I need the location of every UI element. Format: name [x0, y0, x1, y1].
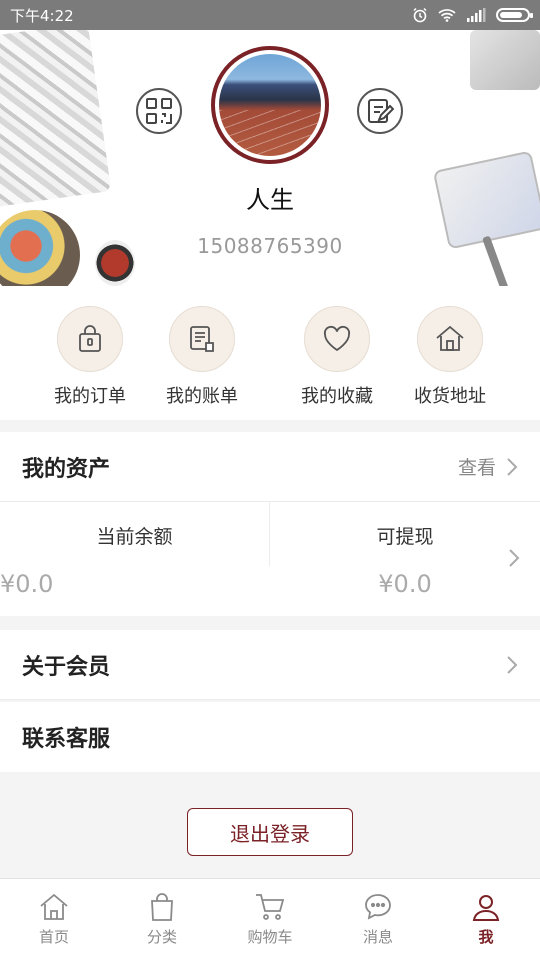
bag-icon	[151, 893, 173, 921]
user-name: 人生	[246, 186, 294, 214]
quick-item-favorites[interactable]: 我的收藏	[282, 306, 392, 408]
quick-label: 我的收藏	[301, 386, 373, 407]
shopping-bag-icon	[79, 325, 101, 352]
tab-label: 首页	[38, 928, 69, 946]
tab-cart[interactable]: 购物车	[216, 879, 324, 960]
chevron-right-icon	[507, 655, 518, 674]
cart-icon	[256, 894, 285, 920]
background-decor-box	[470, 30, 540, 90]
quick-label: 我的账单	[166, 386, 238, 407]
assets-body[interactable]: 当前余额 ¥0.0 可提现 ¥0.0	[0, 502, 540, 616]
logout-button[interactable]: 退出登录	[187, 808, 353, 856]
battery-icon	[496, 8, 533, 22]
tab-category[interactable]: 分类	[108, 879, 216, 960]
view-label: 查看	[457, 457, 496, 479]
home-icon	[40, 893, 68, 920]
member-info-row[interactable]: 关于会员	[0, 630, 540, 700]
quick-item-orders[interactable]: 我的订单	[35, 306, 145, 408]
qr-code-icon	[146, 98, 172, 124]
quick-icon-circle	[417, 306, 483, 372]
withdraw-column: 可提现 ¥0.0	[270, 502, 540, 616]
tab-label: 我	[478, 928, 494, 946]
chevron-right-icon	[509, 549, 520, 567]
qr-code-button[interactable]	[136, 88, 182, 134]
bottom-tab-bar: 首页 分类 购物车 消息 我	[0, 878, 540, 960]
tab-messages[interactable]: 消息	[324, 879, 432, 960]
wifi-icon	[438, 9, 456, 22]
tab-home[interactable]: 首页	[0, 879, 108, 960]
edit-profile-button[interactable]	[357, 88, 403, 134]
avatar-photo	[219, 54, 321, 156]
quick-icon-circle	[57, 306, 123, 372]
quick-label: 收货地址	[414, 386, 486, 407]
alarm-icon	[413, 7, 427, 23]
signal-icon	[467, 8, 486, 22]
assets-header[interactable]: 我的资产 查看	[0, 432, 540, 502]
customer-service-row[interactable]: 联系客服	[0, 702, 540, 772]
member-info-label: 关于会员	[22, 654, 111, 680]
quick-label: 我的订单	[54, 386, 126, 407]
balance-label: 当前余额	[96, 526, 173, 548]
balance-column: 当前余额	[0, 502, 270, 566]
chevron-right-icon	[507, 457, 518, 476]
customer-service-label: 联系客服	[22, 727, 111, 752]
quick-icon-circle	[304, 306, 370, 372]
quick-menu: 我的订单 我的账单 我的收藏 收货地址	[0, 286, 540, 420]
heart-icon	[323, 325, 351, 352]
withdraw-label: 可提现	[376, 526, 434, 548]
quick-icon-circle	[169, 306, 235, 372]
edit-icon	[368, 99, 394, 123]
withdraw-value: ¥0.0	[378, 570, 432, 598]
assets-view-link[interactable]: 查看	[458, 453, 518, 480]
house-icon	[436, 325, 464, 351]
quick-item-bills[interactable]: 我的账单	[147, 306, 257, 408]
bill-icon	[190, 326, 214, 352]
balance-value: ¥0.0	[0, 570, 54, 598]
tab-label: 分类	[146, 928, 177, 946]
quick-item-address[interactable]: 收货地址	[395, 306, 505, 408]
status-icons	[412, 7, 533, 23]
tab-me[interactable]: 我	[432, 879, 540, 960]
profile-header: 人生 15088765390	[0, 30, 540, 286]
status-bar: 下午4:22	[0, 0, 540, 30]
tab-label: 消息	[362, 928, 393, 946]
user-icon	[472, 895, 500, 921]
avatar[interactable]	[211, 46, 329, 164]
user-phone: 15088765390	[197, 234, 343, 258]
tab-label: 购物车	[247, 928, 293, 946]
status-time: 下午4:22	[10, 6, 74, 25]
assets-title: 我的资产	[22, 456, 111, 482]
message-icon	[365, 894, 391, 920]
